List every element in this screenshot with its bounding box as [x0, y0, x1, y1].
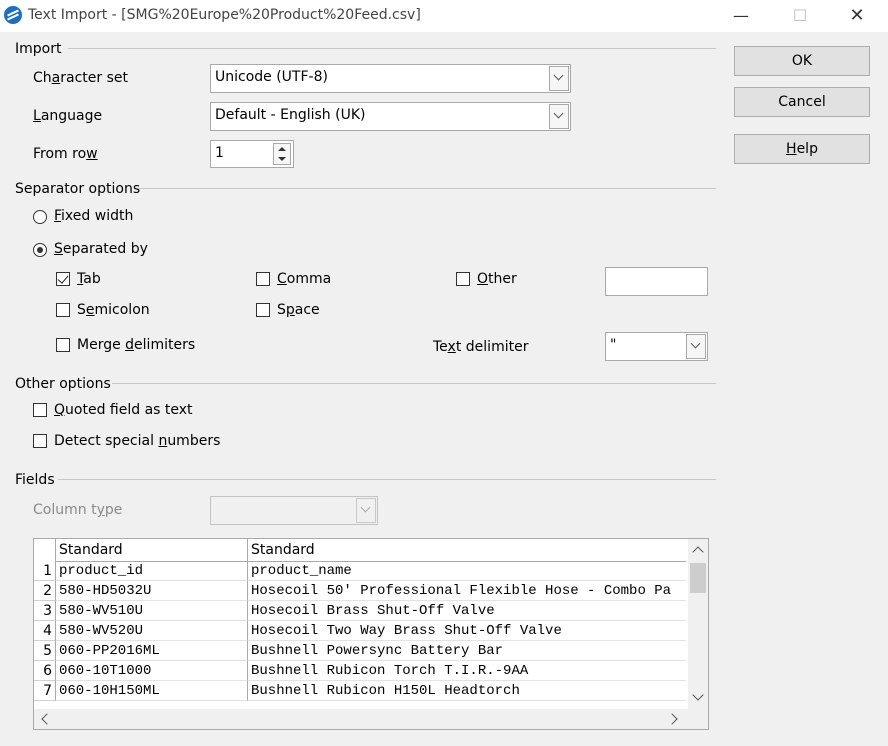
fixed-width-label[interactable]: Fixed width	[54, 208, 133, 224]
row-number: 3	[34, 601, 56, 621]
fields-divider	[58, 479, 716, 480]
other-checkbox[interactable]	[456, 272, 470, 286]
row-number: 7	[34, 681, 56, 701]
separated-by-radio[interactable]	[33, 243, 47, 257]
grid-corner	[34, 539, 56, 561]
space-label[interactable]: Space	[277, 302, 320, 318]
scroll-up-icon[interactable]	[692, 546, 704, 558]
row-number: 4	[34, 621, 56, 641]
spin-buttons[interactable]	[273, 143, 291, 165]
tab-label[interactable]: Tab	[77, 271, 101, 287]
comma-label[interactable]: Comma	[277, 271, 331, 287]
scroll-left-icon[interactable]	[41, 713, 53, 725]
comma-checkbox[interactable]	[256, 272, 270, 286]
table-row[interactable]: 1 product_id product_name	[34, 561, 686, 581]
scroll-down-icon[interactable]	[692, 689, 704, 701]
preview-grid[interactable]: Standard Standard 1 product_id product_nam…	[33, 538, 709, 730]
text-delimiter-dropdown[interactable]: "	[605, 332, 708, 361]
other-label[interactable]: Other	[477, 271, 517, 287]
libreoffice-app-icon	[4, 6, 22, 24]
text-delimiter-value: "	[610, 337, 617, 353]
table-cell-product-name[interactable]: Bushnell Powersync Battery Bar	[248, 641, 686, 661]
table-cell-product-name[interactable]: Hosecoil Brass Shut-Off Valve	[248, 601, 686, 621]
table-cell-product-name[interactable]: product_name	[248, 561, 686, 581]
table-cell-product-id[interactable]: 580-HD5032U	[56, 581, 248, 601]
other-options-divider	[112, 383, 716, 384]
fields-header: Fields	[15, 472, 55, 488]
table-cell-product-name[interactable]: Bushnell Rubicon H150L Headtorch	[248, 681, 686, 701]
horizontal-scrollbar[interactable]	[34, 709, 708, 729]
table-row[interactable]: 3 580-WV510U Hosecoil Brass Shut-Off Valve	[34, 601, 686, 621]
separated-by-label[interactable]: Separated by	[54, 241, 148, 257]
table-cell-product-name[interactable]: Hosecoil 50' Professional Flexible Hose …	[248, 581, 686, 601]
semicolon-label[interactable]: Semicolon	[77, 302, 150, 318]
close-button[interactable]: ✕	[834, 0, 880, 32]
tab-checkbox[interactable]	[56, 272, 70, 286]
row-number: 1	[34, 561, 56, 581]
separator-divider	[138, 188, 716, 189]
character-set-value: Unicode (UTF-8)	[215, 69, 328, 85]
from-row-value: 1	[215, 145, 224, 161]
table-cell-product-name[interactable]: Hosecoil Two Way Brass Shut-Off Valve	[248, 621, 686, 641]
row-number: 6	[34, 661, 56, 681]
spin-up-icon[interactable]	[278, 147, 286, 151]
table-row[interactable]: 7 060-10H150ML Bushnell Rubicon H150L Head…	[34, 681, 686, 701]
quoted-field-label[interactable]: Quoted field as text	[54, 402, 193, 418]
chevron-down-icon[interactable]	[356, 498, 376, 523]
window-title: Text Import - [SMG%20Europe%20Product%20…	[28, 7, 421, 23]
merge-delimiters-checkbox[interactable]	[56, 338, 70, 352]
space-checkbox[interactable]	[256, 303, 270, 317]
chevron-down-icon[interactable]	[686, 334, 706, 359]
import-section-header: Import	[15, 41, 62, 57]
character-set-label: Character set	[33, 70, 128, 86]
language-dropdown[interactable]: Default - English (UK)	[210, 102, 571, 131]
merge-delimiters-label[interactable]: Merge delimiters	[77, 337, 195, 353]
table-cell-product-id[interactable]: 060-PP2016ML	[56, 641, 248, 661]
table-row[interactable]: 4 580-WV520U Hosecoil Two Way Brass Shut-O…	[34, 621, 686, 641]
separator-options-header: Separator options	[15, 181, 141, 197]
quoted-field-checkbox[interactable]	[33, 403, 47, 417]
other-options-header: Other options	[15, 376, 111, 392]
language-value: Default - English (UK)	[215, 107, 366, 123]
minimize-button[interactable]: —	[718, 0, 764, 32]
vertical-scrollbar[interactable]	[688, 539, 708, 711]
column-type-label: Column type	[33, 502, 123, 518]
column-header-2[interactable]: Standard	[248, 539, 686, 561]
help-button[interactable]: Help	[734, 134, 870, 164]
table-row[interactable]: 2 580-HD5032U Hosecoil 50' Professional Fl…	[34, 581, 686, 601]
table-cell-product-id[interactable]: 060-10T1000	[56, 661, 248, 681]
maximize-button[interactable]: ☐	[777, 0, 823, 32]
column-header-1[interactable]: Standard	[56, 539, 248, 561]
semicolon-checkbox[interactable]	[56, 303, 70, 317]
table-row[interactable]: 5 060-PP2016ML Bushnell Powersync Battery …	[34, 641, 686, 661]
text-delimiter-label: Text delimiter	[433, 339, 529, 355]
from-row-label: From row	[33, 146, 98, 162]
fixed-width-radio[interactable]	[33, 210, 47, 224]
ok-button[interactable]: OK	[734, 46, 870, 76]
from-row-spinner[interactable]: 1	[210, 140, 294, 168]
row-number: 5	[34, 641, 56, 661]
grid-header: Standard Standard	[34, 539, 686, 562]
other-separator-input[interactable]	[605, 267, 708, 296]
scroll-right-icon[interactable]	[666, 713, 678, 725]
table-cell-product-name[interactable]: Bushnell Rubicon Torch T.I.R.-9AA	[248, 661, 686, 681]
spin-down-icon[interactable]	[278, 157, 286, 161]
import-divider	[68, 48, 716, 49]
table-row[interactable]: 6 060-10T1000 Bushnell Rubicon Torch T.I.R…	[34, 661, 686, 681]
vertical-scroll-thumb[interactable]	[690, 563, 706, 593]
chevron-down-icon[interactable]	[549, 66, 569, 91]
detect-special-numbers-label[interactable]: Detect special numbers	[54, 433, 220, 449]
chevron-down-icon[interactable]	[549, 104, 569, 129]
row-number: 2	[34, 581, 56, 601]
table-cell-product-id[interactable]: product_id	[56, 561, 248, 581]
character-set-dropdown[interactable]: Unicode (UTF-8)	[210, 64, 571, 93]
table-cell-product-id[interactable]: 580-WV520U	[56, 621, 248, 641]
detect-special-numbers-checkbox[interactable]	[33, 434, 47, 448]
cancel-button[interactable]: Cancel	[734, 87, 870, 117]
column-type-dropdown[interactable]	[210, 496, 378, 525]
table-cell-product-id[interactable]: 580-WV510U	[56, 601, 248, 621]
language-label: Language	[33, 108, 103, 124]
table-cell-product-id[interactable]: 060-10H150ML	[56, 681, 248, 701]
